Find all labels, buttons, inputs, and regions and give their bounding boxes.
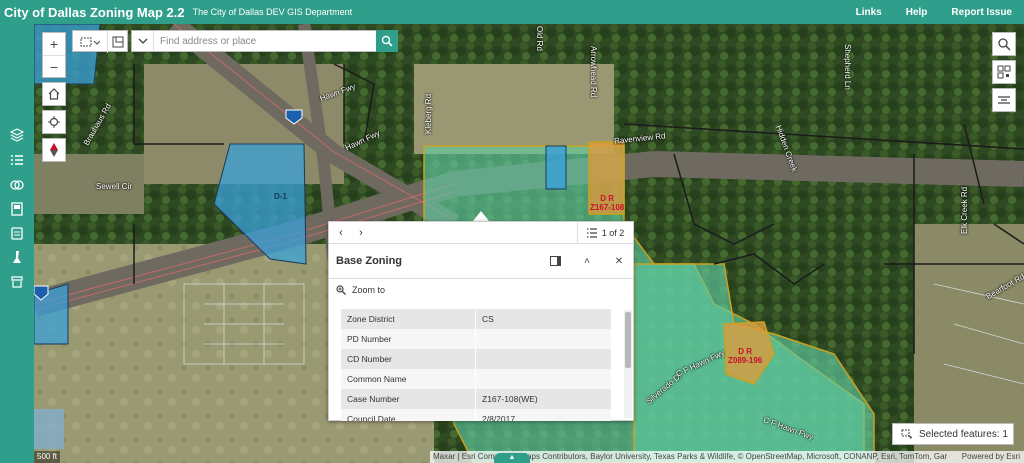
scale-bar: 500 ft	[34, 451, 61, 463]
app-subtitle: The City of Dallas DEV GIS Department	[192, 7, 353, 17]
select-tool-button[interactable]	[73, 31, 107, 53]
links-link[interactable]: Links	[844, 7, 894, 18]
report-issue-link[interactable]: Report Issue	[939, 7, 1024, 18]
table-row: Case Number Z167-108(WE)	[341, 389, 611, 409]
zoom-controls: + −	[42, 32, 66, 78]
popup-nav: ‹ › 1 of 2	[329, 222, 633, 244]
popup-scrollbar[interactable]	[624, 310, 632, 418]
close-icon: ✕	[614, 255, 624, 267]
feature-popup: ‹ › 1 of 2 Base Zoning ˄ ✕ Zoom to Zone …	[328, 221, 634, 421]
search-layer-icon	[993, 33, 1015, 55]
next-feature-button[interactable]: ›	[353, 225, 369, 241]
attribute-key: Zone District	[341, 309, 476, 329]
table-row: Common Name	[341, 369, 611, 389]
attribute-key: Council Date	[341, 409, 476, 421]
compass-button[interactable]	[42, 138, 66, 162]
street-label: Elk Creek Rd	[960, 186, 969, 234]
select-features-icon	[901, 429, 912, 439]
search-bar	[131, 30, 398, 52]
table-row: Council Date 2/8/2017	[341, 409, 611, 421]
measure-tool-button[interactable]	[992, 88, 1016, 112]
home-icon	[43, 83, 65, 105]
chevron-left-icon: ‹	[339, 227, 343, 239]
attribute-key: CD Number	[341, 349, 476, 369]
close-popup-button[interactable]: ✕	[612, 254, 626, 268]
chevron-up-icon: ˄	[584, 255, 590, 267]
table-row: PD Number	[341, 329, 611, 349]
qr-icon	[993, 61, 1015, 83]
dock-icon	[549, 256, 561, 266]
header-links: Links Help Report Issue	[844, 0, 1024, 24]
zone-label: D R Z089-196	[728, 347, 763, 365]
sketch-tools	[72, 30, 128, 53]
measure-icon[interactable]	[8, 248, 26, 266]
attribute-value: 2/8/2017	[482, 414, 516, 421]
table-row: Zone District CS	[341, 309, 611, 329]
bookmark-icon[interactable]	[8, 200, 26, 218]
layers-icon[interactable]	[8, 126, 26, 144]
search-button[interactable]	[376, 30, 398, 52]
help-link[interactable]: Help	[894, 7, 940, 18]
powered-by: Powered by Esri	[961, 452, 1020, 461]
popup-pointer	[473, 211, 489, 221]
chevron-right-icon: ›	[359, 227, 363, 239]
locate-icon	[43, 111, 65, 133]
zoom-out-button[interactable]: −	[43, 55, 65, 77]
app-header: City of Dallas Zoning Map 2.2 The City o…	[0, 0, 1024, 24]
attribute-value: CS	[482, 314, 494, 324]
left-sidebar	[0, 24, 34, 463]
search-source-dropdown[interactable]	[132, 31, 154, 51]
select-icon[interactable]	[8, 272, 26, 290]
zoom-in-button[interactable]: +	[43, 33, 65, 55]
attribute-key: Common Name	[341, 369, 476, 389]
collapse-panel-button[interactable]: ▲	[494, 453, 530, 463]
scrollbar-thumb[interactable]	[625, 312, 631, 368]
zoom-to-label: Zoom to	[352, 285, 386, 295]
feature-count: 1 of 2	[601, 228, 625, 238]
street-label: Kleberg Rd	[424, 93, 433, 134]
search-icon	[381, 35, 393, 47]
attribute-value: Z167-108(WE)	[482, 394, 538, 404]
list-icon	[586, 228, 597, 238]
street-label: Arrowhead Rd	[589, 46, 598, 98]
legend-icon[interactable]	[8, 151, 26, 169]
dock-button[interactable]	[548, 254, 562, 268]
basemap-gallery-icon[interactable]	[8, 176, 26, 194]
zoom-to-button[interactable]: Zoom to	[329, 279, 633, 301]
table-row: CD Number	[341, 349, 611, 369]
measure-icon	[993, 89, 1015, 111]
zone-label: D R Z167-108	[590, 194, 625, 212]
selected-features-label: Selected features: 1	[919, 428, 1008, 440]
home-button[interactable]	[42, 82, 66, 106]
app-title: City of Dallas Zoning Map 2.2	[4, 4, 185, 20]
feature-list-button[interactable]: 1 of 2	[577, 222, 633, 244]
previous-feature-button[interactable]: ‹	[333, 225, 349, 241]
street-label: Old Rd	[535, 26, 544, 51]
print-icon[interactable]	[8, 224, 26, 242]
attribute-value	[476, 349, 611, 369]
attribute-value	[476, 369, 611, 389]
chevron-up-icon: ▲	[508, 454, 516, 461]
search-input[interactable]	[154, 35, 397, 47]
zoom-to-icon	[336, 285, 346, 295]
zone-label: D-1	[274, 192, 287, 201]
basemap-toggle-button[interactable]	[992, 60, 1016, 84]
compass-icon	[43, 139, 65, 161]
popup-header: Base Zoning ˄ ✕	[329, 244, 633, 279]
attribute-table: Zone District CS PD Number CD Number Com…	[341, 309, 611, 421]
selected-features-button[interactable]: Selected features: 1	[892, 423, 1014, 445]
draw-polygon-icon[interactable]	[107, 31, 127, 53]
attribute-key: PD Number	[341, 329, 476, 349]
attribute-value	[476, 329, 611, 349]
collapse-popup-button[interactable]: ˄	[580, 254, 594, 268]
street-label: Sewell Cir	[96, 182, 133, 191]
popup-title: Base Zoning	[336, 255, 403, 267]
street-label: Shepherd Ln	[843, 44, 852, 90]
locate-button[interactable]	[42, 110, 66, 134]
search-layer-button[interactable]	[992, 32, 1016, 56]
attribute-key: Case Number	[341, 389, 476, 409]
